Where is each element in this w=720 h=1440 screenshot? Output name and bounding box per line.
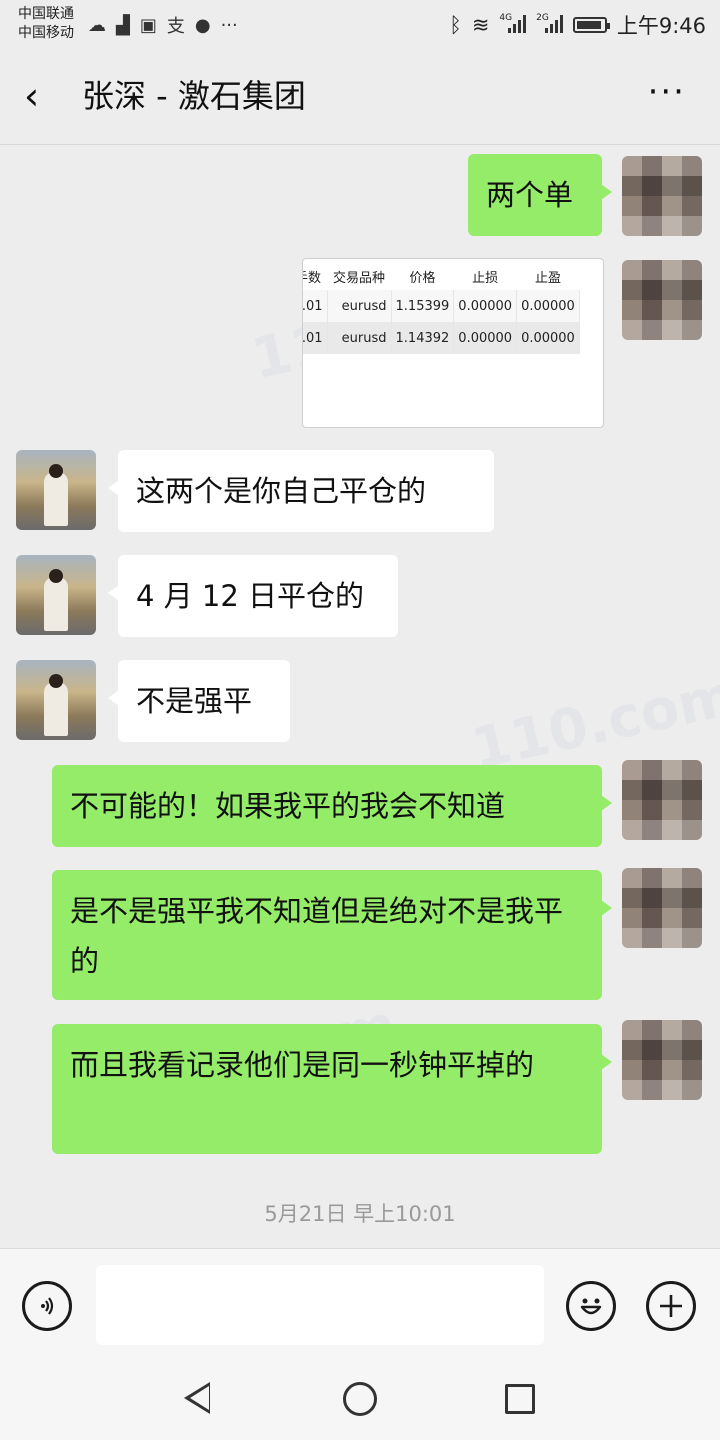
contact-avatar[interactable] xyxy=(16,450,96,530)
message-bubble-sent[interactable]: 而且我看记录他们是同一秒钟平掉的 xyxy=(52,1024,612,1154)
chat-header: ‹ 张深 - 激石集团 ··· xyxy=(0,48,720,145)
message-bubble-sent[interactable]: 是不是强平我不知道但是绝对不是我平的 xyxy=(52,870,612,1000)
emoji-icon[interactable] xyxy=(566,1281,616,1331)
chat-icon: ● xyxy=(194,14,211,36)
add-attachment-icon[interactable] xyxy=(646,1281,696,1331)
more-notifications-icon: ··· xyxy=(220,14,238,36)
table-cell: eurusd xyxy=(327,322,392,354)
table-row: .01 eurusd 1.14392 0.00000 0.00000 xyxy=(303,322,580,354)
message-input[interactable] xyxy=(96,1265,544,1345)
carrier-1: 中国联通 xyxy=(18,6,74,22)
signal-1-icon: 4G xyxy=(499,13,527,38)
table-cell: 1.15399 xyxy=(391,290,455,322)
contact-avatar[interactable] xyxy=(16,555,96,635)
message-bubble-received[interactable]: 4 月 12 日平仓的 xyxy=(108,555,398,637)
my-avatar[interactable] xyxy=(622,260,702,340)
message-timestamp: 5月21日 早上10:01 xyxy=(264,1202,456,1226)
bluetooth-icon: ᛒ xyxy=(449,13,462,37)
nav-recents-icon[interactable] xyxy=(505,1384,535,1414)
app-icon: ▣ xyxy=(139,14,157,36)
alipay-icon: 支 xyxy=(166,16,185,37)
table-cell: 1.14392 xyxy=(391,322,455,354)
my-avatar[interactable] xyxy=(622,760,702,840)
input-bar xyxy=(0,1248,720,1361)
table-header: 价格 xyxy=(409,271,436,286)
message-bubble-received[interactable]: 这两个是你自己平仓的 xyxy=(108,450,494,532)
table-header: 止盈 xyxy=(534,271,561,286)
table-cell: 0.00000 xyxy=(453,322,518,354)
nav-back-icon[interactable] xyxy=(184,1382,214,1416)
notification-icons: ☁ ▟ ▣ 支 ● ··· xyxy=(88,12,238,38)
table-header: 手数 xyxy=(303,271,322,286)
table-cell: 0.00000 xyxy=(516,290,580,322)
battery-icon xyxy=(572,17,610,33)
chat-title: 张深 - 激石集团 xyxy=(82,77,306,115)
voice-waves-icon xyxy=(41,1297,54,1315)
voice-input-icon[interactable] xyxy=(22,1281,72,1331)
table-header: 止损 xyxy=(472,271,499,286)
my-avatar[interactable] xyxy=(622,868,702,948)
table-cell: 0.00000 xyxy=(453,290,518,322)
trade-table-image: 手数 交易品种 价格 止损 止盈 .01 eurusd 1.15399 0.00… xyxy=(303,263,580,354)
nav-home-icon[interactable] xyxy=(343,1382,377,1416)
table-row: .01 eurusd 1.15399 0.00000 0.00000 xyxy=(303,290,580,322)
status-bar: 中国联通 中国移动 ☁ ▟ ▣ 支 ● ··· ᛒ ≋ 4G 2G 上午9:46 xyxy=(0,0,720,48)
wifi-icon: ≋ xyxy=(471,13,490,37)
weather-icon: ☁ xyxy=(88,14,106,36)
carrier-info: 中国联通 中国移动 xyxy=(18,5,74,43)
image-message[interactable]: 手数 交易品种 价格 止损 止盈 .01 eurusd 1.15399 0.00… xyxy=(302,258,604,428)
message-bubble-sent[interactable]: 不可能的！如果我平的我会不知道 xyxy=(52,765,612,847)
activity-icon: ▟ xyxy=(116,14,130,36)
message-bubble-sent[interactable]: 两个单 xyxy=(468,154,612,236)
system-icons: ᛒ ≋ 4G 2G 上午9:46 xyxy=(449,10,706,40)
back-chevron-icon[interactable]: ‹ xyxy=(24,76,60,116)
contact-avatar[interactable] xyxy=(16,660,96,740)
table-header: 交易品种 xyxy=(333,271,386,286)
carrier-2: 中国移动 xyxy=(18,25,74,41)
table-cell: 0.00000 xyxy=(516,322,580,354)
clock: 上午9:46 xyxy=(616,14,706,38)
my-avatar[interactable] xyxy=(622,1020,702,1100)
smiley-icon xyxy=(580,1298,602,1315)
more-options-icon[interactable]: ··· xyxy=(648,72,686,112)
my-avatar[interactable] xyxy=(622,156,702,236)
table-cell: .01 xyxy=(303,322,328,354)
signal-2-icon: 2G xyxy=(536,13,563,38)
plus-icon xyxy=(660,1295,682,1317)
system-nav-bar xyxy=(0,1360,720,1440)
message-bubble-received[interactable]: 不是强平 xyxy=(108,660,290,742)
table-cell: .01 xyxy=(303,290,328,322)
table-cell: eurusd xyxy=(327,290,392,322)
